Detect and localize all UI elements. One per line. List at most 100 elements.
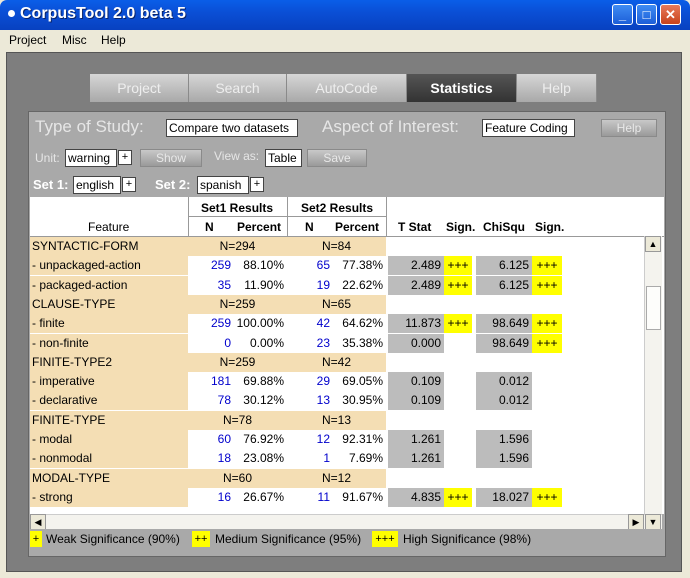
title-bar[interactable]: CorpusTool 2.0 beta 5 _ □ ✕ (0, 0, 690, 30)
table-row[interactable]: - finite 259 100.00% 42 64.62% 11.873 +++ 98.64… (30, 314, 664, 334)
set1-n-cell[interactable]: 259 (188, 256, 234, 275)
set1-n-cell[interactable]: 60 (188, 430, 234, 449)
feature-cell: - strong (30, 487, 188, 507)
medium-significance-label: Medium Significance (95%) (215, 532, 362, 546)
feature-cell: - modal (30, 430, 188, 449)
set1-n-cell[interactable]: 16 (188, 488, 234, 507)
tab-autocode[interactable]: AutoCode (287, 74, 407, 102)
show-button[interactable]: Show (140, 149, 202, 167)
chisqu-significance-cell: +++ (532, 256, 562, 276)
category-row[interactable]: FINITE-TYPE2 N=259 N=42 (30, 352, 664, 372)
chisqu-significance-cell: +++ (532, 275, 562, 295)
set1-percent-cell: 69.88% (243, 374, 284, 389)
feature-cell: MODAL-TYPE (30, 468, 188, 488)
set2-n-cell[interactable]: 1 (287, 449, 333, 468)
col-feature-header: Feature (88, 220, 130, 234)
maximize-button[interactable]: □ (636, 4, 657, 25)
tstat-cell: 0.109 (388, 391, 444, 411)
set1-n-cell[interactable]: 18 (188, 449, 234, 468)
table-row[interactable]: - non-finite 0 0.00% 23 35.38% 0.000 98.649 +++ (30, 333, 664, 353)
table-row[interactable]: - strong 16 26.67% 11 91.67% 4.835 +++ 18.027 ++… (30, 487, 664, 507)
col-percent2-header: Percent (335, 220, 380, 234)
set1-percent-cell: 11.90% (244, 277, 284, 292)
feature-cell: - imperative (30, 372, 188, 392)
table-row[interactable]: - packaged-action 35 11.90% 19 22.62% 2.489 ++… (30, 275, 664, 295)
tstat-cell: 2.489 (388, 256, 444, 276)
set2-select[interactable]: spanish (197, 176, 249, 194)
tab-statistics[interactable]: Statistics (407, 74, 517, 102)
scroll-right-arrow-icon[interactable]: ▶ (628, 514, 644, 530)
set2-total-cell: N=84 (287, 237, 386, 256)
aspect-of-interest-label: Aspect of Interest: (322, 117, 460, 136)
set1-n-cell[interactable]: 35 (188, 276, 234, 295)
minimize-button[interactable]: _ (612, 4, 633, 25)
unit-plus-button[interactable]: + (118, 150, 132, 165)
set1-label: Set 1: (33, 177, 69, 192)
scroll-left-arrow-icon[interactable]: ◀ (30, 514, 46, 530)
set2-n-cell[interactable]: 12 (287, 430, 333, 449)
menu-help[interactable]: Help (101, 33, 126, 47)
set2-plus-button[interactable]: + (250, 177, 264, 192)
category-row[interactable]: FINITE-TYPE N=78 N=13 (30, 410, 664, 430)
table-row[interactable]: - modal 60 76.92% 12 92.31% 1.261 1.596 (30, 430, 664, 449)
set1-select[interactable]: english (73, 176, 121, 194)
set2-n-cell[interactable]: 42 (287, 314, 333, 333)
view-as-select[interactable]: Table (265, 149, 302, 167)
category-row[interactable]: SYNTACTIC-FORM N=294 N=84 (30, 237, 664, 256)
high-significance-label: High Significance (98%) (403, 532, 532, 546)
aspect-of-interest-select[interactable]: Feature Coding (482, 119, 575, 137)
set2-n-cell[interactable]: 19 (287, 276, 333, 295)
tstat-cell: 2.489 (388, 275, 444, 295)
set2-n-cell[interactable]: 23 (287, 334, 333, 353)
menu-misc[interactable]: Misc (62, 33, 87, 47)
set2-n-cell[interactable]: 29 (287, 372, 333, 391)
set1-total-cell: N=294 (188, 237, 287, 256)
menu-bar: Project Misc Help (0, 30, 690, 50)
feature-cell: CLAUSE-TYPE (30, 294, 188, 314)
set2-n-cell[interactable]: 11 (287, 488, 333, 507)
high-significance-swatch: +++ (372, 531, 398, 547)
col-chisqu-header: ChiSqu (483, 220, 525, 234)
tab-help[interactable]: Help (517, 74, 597, 102)
vertical-scrollbar[interactable]: ▲ (644, 236, 662, 514)
significance-legend: + Weak Significance (90%) ++ Medium Sign… (30, 529, 662, 549)
table-row[interactable]: - unpackaged-action 259 88.10% 65 77.38% 2.48… (30, 256, 664, 276)
set2-n-cell[interactable]: 13 (287, 391, 333, 410)
col-n2-header: N (305, 220, 314, 234)
results-table: Set1 Results Set2 Results Feature N Perc… (30, 197, 664, 514)
horizontal-scrollbar[interactable]: ◀ ▶ ▼ (30, 514, 662, 530)
set2-percent-cell: 22.62% (342, 277, 383, 292)
feature-cell: - unpackaged-action (30, 256, 188, 276)
tab-project[interactable]: Project (90, 74, 189, 102)
tab-search[interactable]: Search (189, 74, 287, 102)
scroll-up-arrow-icon[interactable]: ▲ (645, 236, 661, 252)
save-button[interactable]: Save (307, 149, 367, 167)
table-row[interactable]: - nonmodal 18 23.08% 1 7.69% 1.261 1.596 (30, 449, 664, 469)
category-row[interactable]: MODAL-TYPE N=60 N=12 (30, 468, 664, 488)
chisqu-significance-cell: +++ (532, 487, 562, 507)
scroll-down-arrow-icon[interactable]: ▼ (645, 514, 661, 530)
set1-n-cell[interactable]: 0 (188, 334, 234, 353)
set1-percent-cell: 76.92% (243, 432, 284, 446)
type-of-study-select[interactable]: Compare two datasets (166, 119, 298, 137)
set2-n-cell[interactable]: 65 (287, 256, 333, 275)
category-row[interactable]: CLAUSE-TYPE N=259 N=65 (30, 294, 664, 314)
feature-cell: - packaged-action (30, 275, 188, 295)
col-sign2-header: Sign. (535, 220, 565, 234)
set2-percent-cell: 69.05% (342, 374, 383, 389)
unit-select[interactable]: warning (65, 149, 117, 167)
set1-n-cell[interactable]: 181 (188, 372, 234, 391)
table-row[interactable]: - imperative 181 69.88% 29 69.05% 0.109 0.012 (30, 372, 664, 392)
set1-n-cell[interactable]: 259 (188, 314, 234, 333)
set1-plus-button[interactable]: + (122, 177, 136, 192)
set1-n-cell[interactable]: 78 (188, 391, 234, 410)
set1-percent-cell: 0.00% (249, 335, 284, 350)
set2-percent-cell: 91.67% (342, 489, 383, 504)
help-button[interactable]: Help (601, 119, 657, 137)
table-row[interactable]: - declarative 78 30.12% 13 30.95% 0.109 0.012 (30, 391, 664, 411)
menu-project[interactable]: Project (9, 33, 46, 47)
vertical-scroll-thumb[interactable] (646, 286, 661, 330)
set1-percent-cell: 26.67% (243, 489, 284, 504)
medium-significance-swatch: ++ (192, 531, 210, 547)
close-button[interactable]: ✕ (660, 4, 681, 25)
